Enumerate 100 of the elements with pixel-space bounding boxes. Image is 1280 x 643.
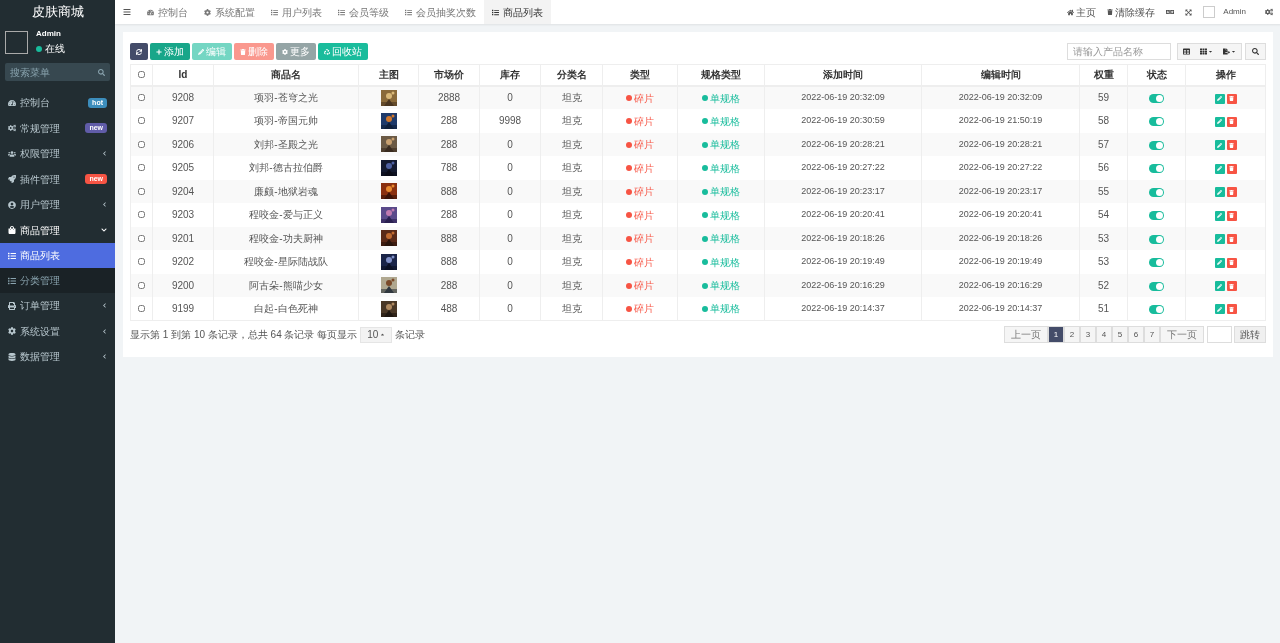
sidebar-item[interactable]: 系统设置: [0, 318, 115, 344]
edit-button[interactable]: [1214, 234, 1225, 245]
delete-button[interactable]: [1226, 281, 1237, 292]
page-jump-field[interactable]: [1207, 326, 1232, 343]
status-toggle[interactable]: [1149, 258, 1164, 268]
row-checkbox[interactable]: [138, 94, 145, 102]
menu-label: 商品管理: [20, 223, 61, 238]
refresh-button[interactable]: [130, 43, 148, 60]
page-size-dropdown[interactable]: 10: [360, 326, 393, 343]
edit-button[interactable]: [1214, 163, 1225, 174]
edit-button[interactable]: [1214, 281, 1225, 292]
delete-button[interactable]: [1226, 257, 1237, 268]
page-button[interactable]: 5: [1112, 326, 1128, 343]
row-checkbox[interactable]: [138, 305, 145, 312]
chevron-left-icon: [102, 303, 107, 309]
trash-icon: [1229, 166, 1234, 172]
top-user-name[interactable]: Admin: [1223, 6, 1246, 18]
menu-label: 插件管理: [20, 172, 61, 187]
status-toggle[interactable]: [1149, 164, 1164, 174]
delete-button[interactable]: [1226, 187, 1237, 198]
delete-button[interactable]: [1226, 304, 1237, 315]
page-button[interactable]: 3: [1080, 326, 1096, 343]
row-checkbox[interactable]: [138, 117, 145, 125]
nav-tab[interactable]: 系统配置: [196, 0, 263, 24]
status-toggle[interactable]: [1149, 187, 1164, 197]
fullscreen-icon[interactable]: [1185, 8, 1193, 16]
nav-tab[interactable]: 控制台: [139, 0, 196, 24]
next-page-button[interactable]: 下一页: [1160, 326, 1204, 343]
page-button[interactable]: 7: [1144, 326, 1160, 343]
sidebar-item[interactable]: 数据管理: [0, 344, 115, 370]
trash-icon: [1229, 236, 1234, 242]
grid-icon: [1200, 48, 1207, 55]
row-checkbox[interactable]: [138, 164, 145, 172]
status-toggle[interactable]: [1149, 117, 1164, 127]
edit-button[interactable]: [1214, 304, 1225, 315]
edit-button[interactable]: [1214, 116, 1225, 127]
delete-button[interactable]: [1226, 140, 1237, 151]
menu-icon[interactable]: [123, 8, 131, 16]
product-search-field[interactable]: 请输入产品名称: [1067, 43, 1171, 60]
trash-icon: [1107, 9, 1114, 15]
sidebar-item[interactable]: 商品管理: [0, 217, 115, 243]
avatar: [5, 30, 28, 54]
row-checkbox[interactable]: [138, 211, 145, 219]
row-checkbox[interactable]: [138, 281, 145, 289]
sidebar-subitem[interactable]: 分类管理: [0, 268, 115, 293]
nav-tab[interactable]: 商品列表: [484, 0, 551, 24]
sidebar-item[interactable]: 权限管理: [0, 141, 115, 167]
chevron-left-icon: [102, 354, 107, 360]
row-checkbox[interactable]: [138, 187, 145, 195]
list-icon: [338, 8, 345, 16]
shopping-bag-icon: [8, 226, 16, 235]
settings-icon[interactable]: [1265, 8, 1273, 16]
status-toggle[interactable]: [1149, 234, 1164, 244]
search-button[interactable]: [1245, 43, 1266, 60]
delete-button[interactable]: [1226, 116, 1237, 127]
nav-tab[interactable]: 会员抽奖次数: [397, 0, 484, 24]
row-checkbox[interactable]: [138, 234, 145, 242]
table-icon: [1183, 48, 1190, 55]
sidebar-item[interactable]: 订单管理: [0, 293, 115, 319]
nav-tab[interactable]: 用户列表: [263, 0, 330, 24]
delete-button[interactable]: [1226, 93, 1237, 104]
sidebar-item[interactable]: 用户管理: [0, 192, 115, 218]
menu-label: 数据管理: [20, 350, 61, 365]
table-cell: 白起-白色死神: [213, 297, 359, 321]
table-cell: 项羽-帝国元帅: [213, 109, 359, 133]
trash-icon: [1229, 119, 1234, 125]
edit-button[interactable]: [1214, 257, 1225, 268]
status-toggle[interactable]: [1149, 211, 1164, 221]
page-button[interactable]: 1: [1048, 326, 1064, 343]
edit-button[interactable]: [1214, 187, 1225, 198]
edit-button[interactable]: [1214, 140, 1225, 151]
nav-tab[interactable]: 会员等级: [330, 0, 397, 24]
top-link[interactable]: 清除缓存: [1107, 4, 1156, 20]
top-link[interactable]: 主页: [1067, 4, 1097, 20]
status-toggle[interactable]: [1149, 304, 1164, 314]
jump-button[interactable]: 跳转: [1234, 326, 1266, 343]
row-checkbox[interactable]: [138, 258, 145, 266]
edit-button[interactable]: [1214, 210, 1225, 221]
prev-page-button[interactable]: 上一页: [1004, 326, 1048, 343]
delete-button[interactable]: [1226, 163, 1237, 174]
delete-button[interactable]: [1226, 210, 1237, 221]
pencil-icon: [1217, 283, 1222, 289]
select-all-checkbox[interactable]: [138, 71, 145, 79]
table-cell: 2022-06-19 20:14:37: [921, 297, 1080, 321]
status-toggle[interactable]: [1149, 94, 1164, 104]
spec-label: 单规格: [710, 302, 740, 317]
page-button[interactable]: 2: [1064, 326, 1080, 343]
page-button[interactable]: 6: [1128, 326, 1144, 343]
delete-button[interactable]: [1226, 234, 1237, 245]
row-checkbox[interactable]: [138, 140, 145, 148]
column-header: 操作: [1185, 64, 1266, 86]
menu-search-field[interactable]: 搜索菜单: [5, 63, 110, 81]
edit-button[interactable]: [1214, 93, 1225, 104]
table-cell: 788: [418, 156, 480, 180]
page-button[interactable]: 4: [1096, 326, 1112, 343]
status-toggle[interactable]: [1149, 140, 1164, 150]
sidebar-subitem[interactable]: 商品列表: [0, 243, 115, 268]
table-cell: 0: [479, 297, 541, 321]
caret-icon: [1231, 49, 1236, 54]
status-toggle[interactable]: [1149, 281, 1164, 291]
